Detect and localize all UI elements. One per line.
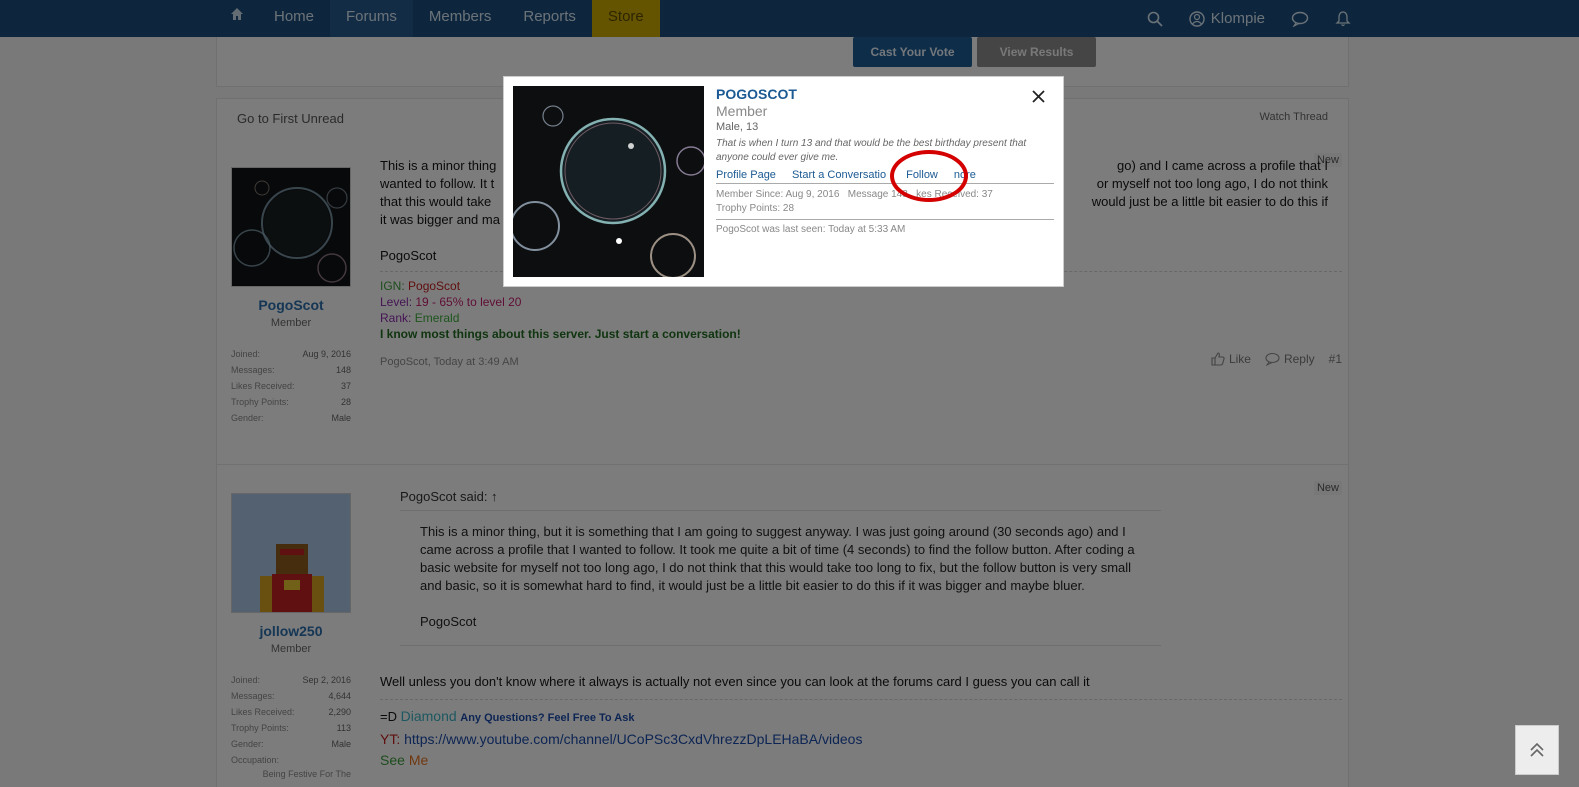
member-name-link[interactable]: POGOSCOT	[716, 86, 797, 102]
start-conversation-link[interactable]: Start a Conversatio	[792, 169, 886, 181]
member-last-seen: PogoScot was last seen: Today at 5:33 AM	[716, 224, 906, 235]
red-highlight-circle	[890, 150, 968, 202]
member-card: POGOSCOT Member Male, 13 That is when I …	[503, 76, 1064, 287]
member-role: Member	[716, 103, 768, 119]
profile-page-link[interactable]: Profile Page	[716, 169, 776, 181]
member-avatar[interactable]	[513, 86, 704, 277]
member-gender-age: Male, 13	[716, 121, 759, 133]
member-trophy-points: Trophy Points: 28	[716, 203, 795, 214]
close-icon[interactable]	[1032, 87, 1045, 108]
member-bio: That is when I turn 13 and that would be…	[716, 138, 1027, 163]
member-card-links: Profile Page Start a Conversatio Follow …	[716, 169, 1054, 184]
divider	[716, 219, 1054, 220]
chevron-up-icon	[1530, 742, 1544, 757]
member-stats-line: Member Since: Aug 9, 2016 Message 148 ke…	[716, 189, 993, 200]
scroll-to-top-button[interactable]	[1515, 725, 1559, 775]
